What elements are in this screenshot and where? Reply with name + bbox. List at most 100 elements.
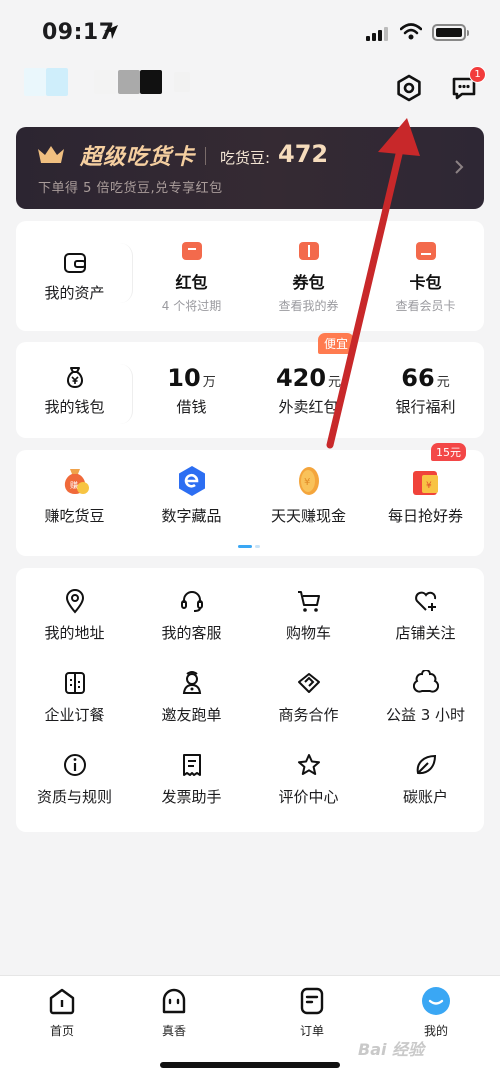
- red-packet-sub: 4 个将过期: [161, 298, 222, 313]
- daily-coupon-label: 每日抢好券: [387, 506, 463, 525]
- profile-icon: [422, 987, 450, 1015]
- beans-value: 472: [278, 140, 329, 168]
- coupon-amount-tag: 15元: [431, 443, 466, 461]
- cheap-tag: 便宜: [318, 333, 355, 354]
- promo-panel: 赚 赚吃货豆 数字藏品 ¥ 天天赚现金 15元 ¥ 每日抢好券: [16, 443, 484, 556]
- coupon-envelope-icon: ¥: [412, 470, 438, 495]
- crown-icon: [38, 146, 64, 163]
- red-packet-entry[interactable]: 红包 4 个将过期: [133, 221, 250, 331]
- takeout-red-packet-entry[interactable]: 便宜 420 元 外卖红包: [250, 333, 367, 438]
- status-bar: 09:17: [0, 0, 500, 66]
- money-bag-icon: [66, 366, 83, 388]
- carbon-account-entry[interactable]: 碳账户: [367, 752, 484, 834]
- tab-home-label: 首页: [49, 1024, 74, 1038]
- borrow-entry[interactable]: 10 万 借钱: [133, 342, 250, 438]
- vip-divider: [205, 147, 206, 165]
- my-address-entry[interactable]: 我的地址: [16, 588, 133, 670]
- svg-text:¥: ¥: [304, 477, 310, 488]
- business-cooperation-entry[interactable]: 商务合作: [250, 670, 367, 752]
- battery-icon: [432, 24, 469, 41]
- takeout-red-packet-unit: 元: [328, 374, 342, 390]
- promo-pager: [238, 545, 260, 548]
- handshake-icon: [297, 673, 320, 693]
- enterprise-dining-label: 企业订餐: [44, 706, 105, 724]
- cart-entry[interactable]: 购物车: [250, 588, 367, 670]
- settings-button[interactable]: [391, 70, 427, 106]
- review-center-entry[interactable]: 评价中心: [250, 752, 367, 834]
- earn-beans-entry[interactable]: 赚 赚吃货豆: [16, 450, 133, 538]
- charity-entry[interactable]: 公益 3 小时: [367, 670, 484, 752]
- headset-icon: [180, 591, 203, 612]
- my-assets-entry[interactable]: 我的资产: [16, 221, 133, 331]
- coupon-icon: [298, 241, 319, 260]
- tab-profile[interactable]: 我的: [396, 986, 476, 1039]
- daily-cash-label: 天天赚现金: [270, 506, 346, 525]
- my-address-label: 我的地址: [44, 624, 105, 642]
- daily-cash-entry[interactable]: ¥ 天天赚现金: [250, 450, 367, 538]
- leaf-icon: [416, 754, 436, 775]
- svg-text:赚: 赚: [70, 480, 78, 490]
- digital-collectible-label: 数字藏品: [161, 506, 222, 525]
- heart-plus-icon: [414, 591, 436, 611]
- info-icon: [63, 754, 86, 776]
- chevron-right-icon: [455, 160, 464, 174]
- assets-panel: 我的资产 红包 4 个将过期 券包 查看我的券 卡包 查看会员卡: [16, 221, 484, 331]
- borrow-value: 10: [167, 363, 201, 392]
- earn-beans-label: 赚吃货豆: [44, 506, 105, 525]
- borrow-unit: 万: [202, 374, 216, 390]
- bank-benefit-label: 银行福利: [395, 397, 456, 416]
- zhenxiang-icon: [162, 988, 186, 1014]
- cart-icon: [297, 591, 320, 612]
- card-pack-entry[interactable]: 卡包 查看会员卡: [367, 221, 484, 331]
- bank-benefit-entry[interactable]: 66 元 银行福利: [367, 342, 484, 438]
- qualification-rules-label: 资质与规则: [36, 788, 112, 806]
- avatar[interactable]: [24, 68, 224, 98]
- vip-card-subtitle: 下单得 5 倍吃货豆,兑专享红包: [38, 181, 223, 196]
- customer-service-entry[interactable]: 我的客服: [133, 588, 250, 670]
- enterprise-icon: [64, 672, 85, 694]
- invite-rider-label: 邀友跑单: [161, 706, 222, 724]
- home-icon: [49, 988, 75, 1015]
- my-wallet-label: 我的钱包: [44, 397, 105, 416]
- coin-icon: ¥: [298, 466, 319, 495]
- money-bag-orange-icon: 赚: [64, 468, 89, 494]
- customer-service-label: 我的客服: [161, 624, 222, 642]
- enterprise-dining-entry[interactable]: 企业订餐: [16, 670, 133, 752]
- cart-label: 购物车: [285, 624, 331, 642]
- watermark: Bai 经验: [358, 1040, 425, 1059]
- beans-label: 吃货豆:: [220, 149, 271, 167]
- tab-home[interactable]: 首页: [22, 986, 102, 1039]
- tab-zhenxiang-label: 真香: [161, 1024, 186, 1038]
- tab-zhenxiang[interactable]: 真香: [134, 986, 214, 1039]
- invoice-icon: [182, 754, 201, 776]
- digital-collectible-icon: [178, 465, 205, 496]
- svg-text:¥: ¥: [426, 481, 432, 491]
- bank-benefit-unit: 元: [436, 374, 450, 390]
- tab-orders[interactable]: 订单: [272, 986, 352, 1039]
- tab-profile-label: 我的: [423, 1024, 448, 1038]
- coupon-pack-entry[interactable]: 券包 查看我的券: [250, 221, 367, 331]
- wallet-card-icon: [63, 252, 86, 273]
- invite-rider-entry[interactable]: 邀友跑单: [133, 670, 250, 752]
- qualification-rules-entry[interactable]: 资质与规则: [16, 752, 133, 834]
- takeout-red-packet-value: 420: [275, 363, 327, 392]
- signal-icon: [366, 25, 388, 41]
- location-icon: [65, 589, 84, 614]
- vip-card[interactable]: 超级吃货卡 吃货豆: 472 下单得 5 倍吃货豆,兑专享红包: [16, 127, 484, 209]
- card-pack-sub: 查看会员卡: [395, 298, 456, 313]
- daily-coupon-entry[interactable]: 15元 ¥ 每日抢好券: [367, 443, 484, 538]
- invoice-assistant-entry[interactable]: 发票助手: [133, 752, 250, 834]
- order-icon: [300, 987, 324, 1015]
- coupon-pack-label: 券包: [292, 272, 325, 292]
- card-pack-icon: [415, 241, 436, 260]
- wallet-panel: 我的钱包 10 万 借钱 便宜 420 元 外卖红包 66 元 银行福利: [16, 333, 484, 438]
- messages-button[interactable]: 1: [446, 66, 486, 106]
- home-indicator[interactable]: [160, 1062, 340, 1068]
- tab-orders-label: 订单: [299, 1024, 324, 1038]
- followed-shops-entry[interactable]: 店铺关注: [367, 588, 484, 670]
- takeout-red-packet-label: 外卖红包: [278, 397, 339, 416]
- business-cooperation-label: 商务合作: [278, 706, 339, 724]
- my-wallet-entry[interactable]: 我的钱包: [16, 342, 133, 438]
- digital-collectible-entry[interactable]: 数字藏品: [133, 450, 250, 538]
- charity-icon: [412, 670, 439, 693]
